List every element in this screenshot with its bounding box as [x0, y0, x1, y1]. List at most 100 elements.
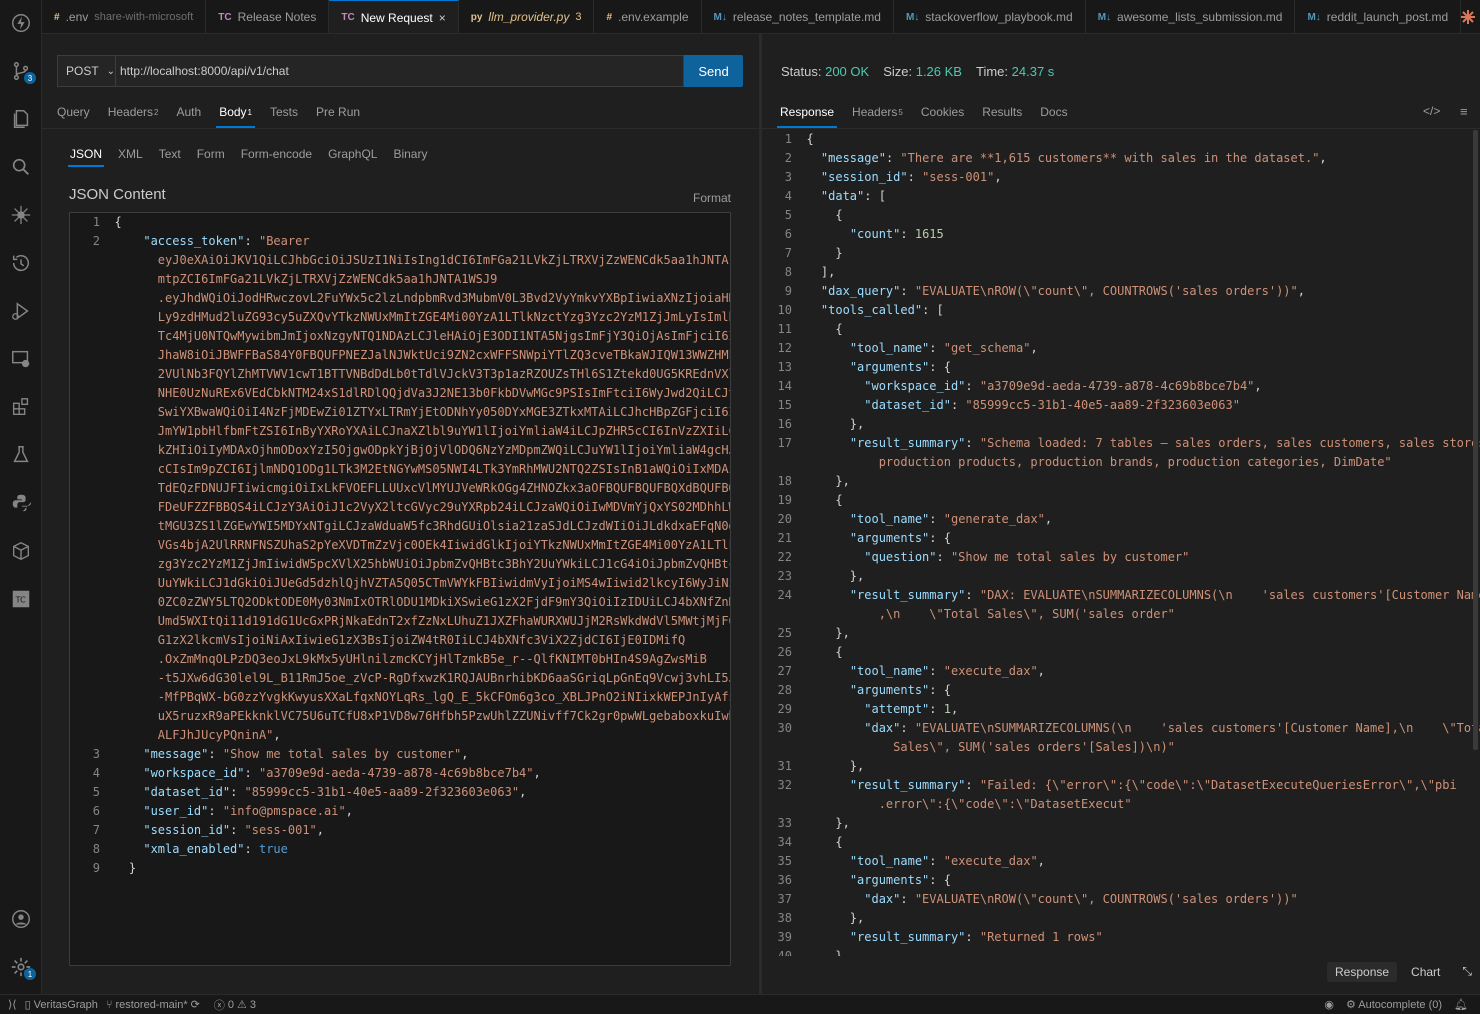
scrollbar[interactable]: [1473, 130, 1478, 750]
code-view-icon[interactable]: </>: [1423, 104, 1440, 118]
content-title: JSON Content: [69, 186, 166, 203]
autocomplete-icon: ⚙: [1345, 999, 1356, 1011]
editor-tab[interactable]: # .env share-with-microsoft: [42, 0, 207, 33]
run-debug-icon[interactable]: [0, 294, 42, 328]
method-select[interactable]: POST ⌄: [57, 55, 115, 87]
code-token: "tool_name": [849, 854, 930, 868]
tab-headers[interactable]: Headers 2: [99, 97, 168, 127]
editor-tab[interactable]: M↓ stackoverflow_playbook.md: [894, 0, 1086, 33]
tab-label: llm_provider.py: [488, 10, 570, 24]
json-body-editor[interactable]: 1 {2 "access_token": "Bearer eyJ0eXAiOiJ…: [69, 212, 731, 966]
timeline-icon[interactable]: [0, 246, 42, 280]
testing-flask-icon[interactable]: [0, 438, 42, 472]
code-line: 2 "access_token": "Bearer: [70, 232, 730, 251]
source-control-icon[interactable]: 3: [0, 54, 42, 88]
code-token: :: [929, 664, 944, 678]
send-button[interactable]: Send: [684, 55, 743, 87]
tab-tests[interactable]: Tests: [261, 97, 307, 127]
editor-tab[interactable]: TC New Request ×: [329, 0, 459, 33]
branch-item[interactable]: ⑂ restored-main* ⟳: [106, 998, 200, 1012]
code-token: "arguments": [849, 531, 930, 545]
tab-label: awesome_lists_submission.md: [1117, 10, 1283, 24]
code-line: Umd5WXItQi11d191dG1UcGxPRjNkaEdnT2xfZzNx…: [70, 612, 730, 631]
format-button[interactable]: Format: [693, 191, 731, 205]
response-view-button[interactable]: Response: [1327, 961, 1398, 982]
editor-tab[interactable]: TC Release Notes: [206, 0, 330, 33]
body-tab-xml[interactable]: XML: [110, 142, 151, 166]
claude-spark-icon[interactable]: [1461, 9, 1476, 24]
editor-tab[interactable]: M↓ release_notes_template.md: [702, 0, 894, 33]
editor-tab[interactable]: M↓ reddit_launch_post.md: [1295, 0, 1462, 33]
tab-label: Headers: [852, 105, 898, 119]
chevron-down-icon: ⌄: [106, 65, 116, 77]
copilot-icon[interactable]: ◉: [1324, 998, 1334, 1011]
code-token: :: [885, 151, 901, 165]
explorer-icon[interactable]: [0, 102, 42, 136]
app-logo-icon[interactable]: [0, 6, 42, 40]
code-token: "result_summary": [849, 588, 966, 602]
resp-tab-headers[interactable]: Headers 5: [843, 97, 912, 127]
code-token: "tool_name": [849, 664, 930, 678]
tab-description: 3: [575, 11, 582, 23]
line-number: 13: [777, 360, 792, 374]
line-number: 39: [777, 930, 792, 944]
body-tab-text[interactable]: Text: [151, 142, 189, 166]
resp-tab-docs[interactable]: Docs: [1031, 97, 1076, 127]
code-line: 33 },: [762, 814, 1480, 833]
code-token: :: [244, 766, 259, 780]
search-icon[interactable]: [0, 150, 42, 184]
autocomplete-item[interactable]: ⚙ Autocomplete (0): [1346, 998, 1442, 1011]
code-token: },: [806, 911, 865, 925]
editor-tab[interactable]: M↓ awesome_lists_submission.md: [1086, 0, 1296, 33]
extensions-icon[interactable]: [0, 390, 42, 424]
code-line: 7 }: [762, 244, 1480, 263]
line-number: 4: [784, 189, 792, 203]
body-tab-form[interactable]: Form: [189, 142, 233, 166]
code-token: : {: [929, 683, 951, 697]
line-number: 40: [777, 949, 792, 956]
code-line: 8 "xmla_enabled": true: [70, 840, 730, 859]
line-number: 9: [92, 861, 100, 875]
menu-lines-icon[interactable]: ≡: [1460, 104, 1468, 119]
rest-client-icon[interactable]: TC: [0, 582, 42, 616]
resp-tab-results[interactable]: Results: [973, 97, 1031, 127]
packages-cube-icon[interactable]: [0, 534, 42, 568]
resp-tab-cookies[interactable]: Cookies: [912, 97, 973, 127]
chart-view-button[interactable]: Chart: [1403, 962, 1448, 982]
tab-label: release_notes_template.md: [732, 10, 881, 24]
code-token: SwiYXBwaWQiOiI4NzFjMDEwZi01ZTYxLTRmYjEtO…: [114, 405, 731, 419]
resp-tab-response[interactable]: Response: [771, 97, 843, 128]
repo-item[interactable]: ▯ VeritasGraph: [25, 998, 98, 1012]
body-tab-form-encode[interactable]: Form-encode: [233, 142, 320, 166]
editor-tab[interactable]: # .env.example: [594, 0, 702, 33]
tab-actions: ···: [1461, 0, 1480, 33]
notifications-bell-icon[interactable]: 🔔︎: [1454, 998, 1468, 1011]
tab-body[interactable]: Body 1: [210, 97, 261, 128]
body-tab-json[interactable]: JSON: [62, 142, 110, 167]
code-token: "generate_dax": [943, 512, 1045, 526]
body-type-tabs: JSON XML Text Form Form-encode GraphQL Binary: [62, 142, 435, 167]
tab-pre-run[interactable]: Pre Run: [307, 97, 369, 127]
body-tab-binary[interactable]: Binary: [385, 142, 435, 166]
tab-auth[interactable]: Auth: [168, 97, 211, 127]
editor-tab[interactable]: py llm_provider.py 3: [459, 0, 595, 33]
url-input[interactable]: http://localhost:8000/api/v1/chat: [115, 55, 684, 87]
response-body[interactable]: 1 {2 "message": "There are **1,615 custo…: [762, 130, 1480, 956]
remote-explorer-icon[interactable]: [0, 342, 42, 376]
settings-gear-icon[interactable]: 1: [0, 950, 42, 984]
account-icon[interactable]: [0, 902, 42, 936]
code-token: kZHIiOiIyMDAxOjhmODoxYzI5OjgwODpkYjBjOjV…: [114, 443, 731, 457]
close-icon[interactable]: ×: [439, 11, 446, 25]
code-token: {: [806, 645, 843, 659]
expand-icon[interactable]: ⤡: [1454, 961, 1480, 982]
code-token: .OxZmMnqOLPzDQ3eoJxL9kMx5yUHlnilzmcKCYjH…: [114, 652, 707, 666]
remote-icon[interactable]: ⟩⟨: [8, 998, 17, 1011]
code-token: :: [900, 227, 915, 241]
python-icon[interactable]: [0, 486, 42, 520]
tab-query[interactable]: Query: [48, 97, 99, 127]
debug-bug-icon[interactable]: [0, 198, 42, 232]
body-tab-graphql[interactable]: GraphQL: [320, 142, 385, 166]
problems-item[interactable]: ⓧ 0 ⚠ 3: [214, 997, 256, 1013]
